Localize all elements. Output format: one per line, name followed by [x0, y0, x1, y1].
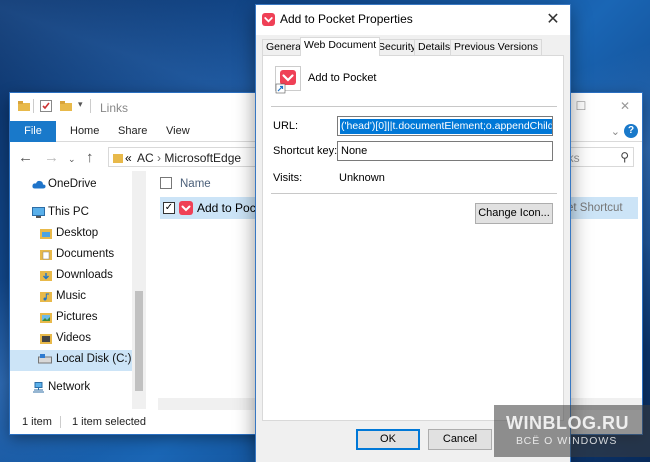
help-icon[interactable]: ? [624, 124, 638, 138]
tab-web-document[interactable]: Web Document [300, 37, 381, 56]
change-icon-button[interactable]: Change Icon... [475, 203, 553, 224]
web-document-panel: Add to Pocket URL: ('head')[0]||t.docume… [262, 55, 564, 421]
shortcut-key-input[interactable]: None [337, 141, 553, 161]
ribbon-tab-share[interactable]: Share [118, 125, 147, 137]
watermark-subtitle: ВСЁ О WINDOWS [516, 435, 618, 447]
up-arrow-icon[interactable]: ↑ [86, 149, 94, 166]
sidebar-item-label: Downloads [56, 269, 113, 281]
documents-icon [40, 250, 52, 260]
shortcut-key-label: Shortcut key: [273, 145, 338, 157]
breadcrumb-ac[interactable]: AC [137, 151, 154, 165]
row-checkbox[interactable]: ✓ [163, 202, 175, 214]
ribbon-tab-file[interactable]: File [10, 121, 56, 142]
dialog-titlebar[interactable]: Add to Pocket Properties ✕ [256, 5, 570, 35]
ribbon-expand-chevron-icon[interactable]: ⌄ [611, 125, 620, 138]
qat-dropdown-icon[interactable]: ▾ [78, 99, 83, 110]
file-name: Add to Pock [197, 201, 262, 215]
new-folder-icon[interactable] [60, 100, 72, 112]
status-divider [60, 416, 61, 428]
recent-dropdown-icon[interactable]: ⌄ [68, 154, 76, 165]
forward-arrow-icon[interactable]: → [44, 149, 59, 166]
url-input[interactable]: ('head')[0]||t.documentElement;o.appendC… [337, 116, 553, 136]
select-all-checkbox[interactable] [160, 177, 172, 189]
divider [271, 193, 557, 194]
pocket-icon [179, 201, 193, 215]
sidebar-item-pictures[interactable]: Pictures [10, 308, 146, 329]
visits-label: Visits: [273, 172, 303, 184]
address-overflow[interactable]: « [125, 151, 132, 165]
ribbon-tab-home[interactable]: Home [70, 125, 99, 137]
shortcut-key-value: None [341, 145, 368, 157]
title-divider [90, 99, 91, 113]
watermark-title: WINBLOG.RU [506, 413, 629, 433]
watermark: WINBLOG.RU ВСЁ О WINDOWS [494, 405, 650, 457]
ok-button[interactable]: OK [356, 429, 420, 450]
sidebar-item-label: Music [56, 290, 87, 302]
folder-icon [18, 101, 30, 111]
downloads-icon [40, 271, 52, 281]
file-type: et Shortcut [567, 202, 623, 214]
sidebar-item-label: This PC [48, 206, 89, 218]
navigation-pane: OneDrive This PC Desktop Documents Downl… [10, 171, 146, 409]
properties-check-icon[interactable] [40, 100, 52, 112]
sidebar-item-label: Pictures [56, 311, 98, 323]
maximize-icon[interactable]: ☐ [570, 97, 592, 115]
sidebar-item-videos[interactable]: Videos [10, 329, 146, 350]
url-label: URL: [273, 120, 299, 132]
close-icon[interactable]: ✕ [542, 9, 564, 31]
folder-icon [113, 154, 123, 163]
pocket-shortcut-icon [275, 66, 301, 94]
music-icon [40, 292, 52, 302]
qat-divider [33, 99, 34, 113]
window-title: Links [100, 101, 129, 115]
scrollbar-thumb[interactable] [135, 291, 143, 391]
tab-details[interactable]: Details [414, 39, 455, 55]
address-path: AC › MicrosoftEdge [137, 151, 241, 165]
url-value: ('head')[0]||t.documentElement;o.appendC… [340, 119, 552, 134]
sidebar-item-label: Network [48, 381, 91, 393]
cancel-button[interactable]: Cancel [428, 429, 492, 450]
status-item-count: 1 item [22, 416, 52, 428]
sidebar-item-label: Local Disk (C:) [56, 353, 132, 365]
sidebar-item-this-pc[interactable]: This PC [10, 203, 146, 224]
search-icon: ⚲ [620, 150, 629, 164]
breadcrumb-separator-icon: › [157, 151, 162, 165]
sidebar-item-network[interactable]: Network [10, 378, 146, 399]
computer-icon [32, 207, 45, 218]
videos-icon [40, 334, 52, 344]
sidebar-item-local-disk[interactable]: Local Disk (C:) [10, 350, 132, 371]
sidebar-item-onedrive[interactable]: OneDrive [10, 175, 146, 196]
ribbon-tab-view[interactable]: View [166, 125, 190, 137]
properties-dialog: Add to Pocket Properties ✕ General Web D… [256, 5, 570, 462]
breadcrumb-microsoftedge[interactable]: MicrosoftEdge [164, 151, 241, 165]
sidebar-item-desktop[interactable]: Desktop [10, 224, 146, 245]
back-arrow-icon[interactable]: ← [18, 149, 33, 166]
dialog-title: Add to Pocket Properties [280, 12, 413, 26]
status-selected-count: 1 item selected [72, 416, 146, 428]
column-header-name[interactable]: Name [180, 178, 211, 190]
pictures-icon [40, 313, 52, 323]
sidebar-item-downloads[interactable]: Downloads [10, 266, 146, 287]
visits-value: Unknown [339, 172, 385, 184]
sidebar-item-label: OneDrive [48, 178, 97, 190]
sidebar-item-label: Documents [56, 248, 115, 260]
divider [271, 106, 557, 107]
sidebar-item-documents[interactable]: Documents [10, 245, 146, 266]
address-bar[interactable]: « AC › MicrosoftEdge [108, 147, 268, 167]
drive-icon [38, 354, 52, 364]
dialog-tabs: General Web Document Security Details Pr… [262, 37, 564, 56]
tab-previous-versions[interactable]: Previous Versions [450, 39, 543, 55]
pocket-icon [262, 13, 275, 26]
network-icon [33, 382, 44, 393]
sidebar-item-music[interactable]: Music [10, 287, 146, 308]
folder-icon [40, 229, 52, 239]
sidebar-item-label: Desktop [56, 227, 99, 239]
shortcut-name: Add to Pocket [308, 72, 377, 84]
sidebar-item-label: Videos [56, 332, 91, 344]
navigation-pane-scrollbar[interactable] [132, 171, 146, 409]
cloud-icon [32, 180, 46, 189]
close-icon[interactable]: ✕ [614, 97, 636, 115]
